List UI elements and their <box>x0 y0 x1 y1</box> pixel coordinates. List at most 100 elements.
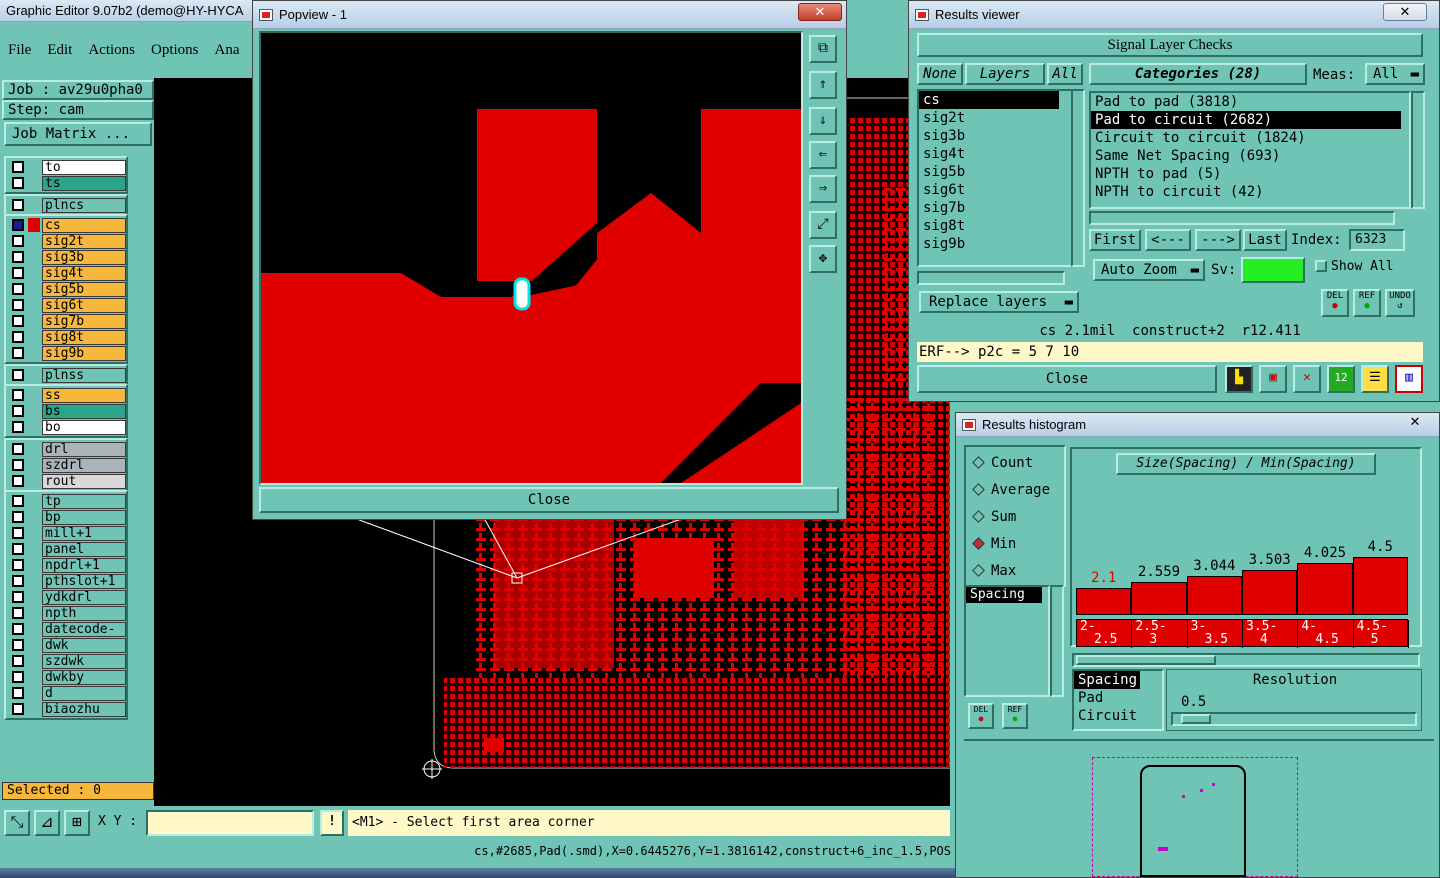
radio-sum[interactable]: Sum <box>966 503 1064 530</box>
layers-all-button[interactable]: All <box>1047 63 1083 85</box>
zoom-fit-icon[interactable]: ⧉ <box>809 35 837 63</box>
layer-list-item[interactable]: sig4t <box>919 145 1071 163</box>
layer-row-sig3b[interactable]: sig3b <box>6 249 126 265</box>
layer-name[interactable]: mill+1 <box>42 525 126 541</box>
layer-name[interactable]: tp <box>42 493 126 509</box>
histogram-bar[interactable] <box>1076 587 1132 615</box>
layer-checkbox[interactable] <box>12 655 24 667</box>
report-icon[interactable]: ☰ <box>1361 365 1389 393</box>
hist-ref-button[interactable]: REF ● <box>1002 703 1028 729</box>
layer-checkbox[interactable] <box>12 283 24 295</box>
layer-checkbox[interactable] <box>12 623 24 635</box>
layer-checkbox[interactable] <box>12 347 24 359</box>
popview-close-icon[interactable]: ✕ <box>798 3 842 21</box>
layer-checkbox[interactable] <box>12 475 24 487</box>
show-all-checkbox[interactable] <box>1315 260 1327 272</box>
layer-checkbox[interactable] <box>12 315 24 327</box>
layer-row-pthslot-1[interactable]: pthslot+1 <box>6 573 126 589</box>
layer-row-ts[interactable]: ts <box>6 175 126 191</box>
layer-name[interactable]: to <box>42 159 126 175</box>
resolution-slider[interactable] <box>1171 712 1417 726</box>
layer-list-item[interactable]: sig9b <box>919 235 1071 253</box>
popview-close-button[interactable]: Close <box>259 487 839 513</box>
layer-row-dwk[interactable]: dwk <box>6 637 126 653</box>
last-button[interactable]: Last <box>1243 229 1287 251</box>
category-list-item[interactable]: NPTH to pad (5) <box>1091 165 1409 183</box>
category-list-item[interactable]: Circuit to circuit (1824) <box>1091 129 1409 147</box>
layer-row-bo[interactable]: bo <box>6 419 126 435</box>
layer-checkbox[interactable] <box>12 177 24 189</box>
undo-button[interactable]: UNDO ↺ <box>1385 289 1415 317</box>
layer-name[interactable]: sig4t <box>42 265 126 281</box>
layer-row-d[interactable]: d <box>6 685 126 701</box>
counter-icon[interactable]: 12 <box>1327 365 1355 393</box>
layer-name[interactable]: ydkdrl <box>42 589 126 605</box>
radio-min[interactable]: Min <box>966 530 1064 557</box>
zoom-tool-icon[interactable]: ⤡ <box>4 810 30 836</box>
measure-type-list[interactable]: Spacing Pad Circuit <box>1072 669 1164 731</box>
scroll-thumb[interactable] <box>1076 655 1216 665</box>
replace-layers-select[interactable]: Replace layers ▬ <box>919 291 1079 313</box>
layer-row-sig2t[interactable]: sig2t <box>6 233 126 249</box>
layer-checkbox[interactable] <box>12 671 24 683</box>
menu-options[interactable]: Options <box>151 42 199 59</box>
layer-checkbox[interactable] <box>12 639 24 651</box>
layer-name[interactable]: cs <box>42 217 126 233</box>
layer-row-bp[interactable]: bp <box>6 509 126 525</box>
layer-name[interactable]: szdrl <box>42 457 126 473</box>
layer-checkbox[interactable] <box>12 543 24 555</box>
measure-tool-icon[interactable]: ⊿ <box>34 810 60 836</box>
layer-list-hscroll[interactable] <box>917 271 1065 285</box>
layer-checkbox[interactable] <box>12 267 24 279</box>
layer-name[interactable]: bp <box>42 509 126 525</box>
histogram-bar[interactable] <box>1297 563 1353 615</box>
layer-row-sig4t[interactable]: sig4t <box>6 265 126 281</box>
layer-name[interactable]: sig9b <box>42 345 126 361</box>
layer-name[interactable]: pthslot+1 <box>42 573 126 589</box>
layer-row-ydkdrl[interactable]: ydkdrl <box>6 589 126 605</box>
sv-color-select[interactable] <box>1241 257 1305 283</box>
layer-checkbox[interactable] <box>12 559 24 571</box>
menu-file[interactable]: File <box>8 42 31 59</box>
layer-list-item[interactable]: sig5b <box>919 163 1071 181</box>
layer-checkbox[interactable] <box>12 459 24 471</box>
layer-name[interactable]: npth <box>42 605 126 621</box>
pan-right-icon[interactable]: ⇒ <box>809 175 837 203</box>
layer-name[interactable]: bo <box>42 419 126 435</box>
layer-checkbox[interactable] <box>12 607 24 619</box>
layer-row-cs[interactable]: cs <box>6 217 126 233</box>
layer-checkbox[interactable] <box>12 161 24 173</box>
snap-tool-icon[interactable]: ⊞ <box>64 810 90 836</box>
layer-name[interactable]: biaozhu <box>42 701 126 717</box>
layer-row-szdwk[interactable]: szdwk <box>6 653 126 669</box>
layer-checkbox[interactable] <box>12 251 24 263</box>
hist-del-button[interactable]: DEL ● <box>968 703 994 729</box>
category-list-item[interactable]: Pad to circuit (2682) <box>1091 111 1401 129</box>
layer-list-item[interactable]: cs <box>919 91 1059 109</box>
layer-name[interactable]: plnss <box>42 367 126 383</box>
layer-checkbox[interactable] <box>12 369 24 381</box>
measure-type-item[interactable]: Spacing <box>1074 671 1140 689</box>
layer-row-ss[interactable]: ss <box>6 387 126 403</box>
menu-actions[interactable]: Actions <box>88 42 135 59</box>
layer-row-npdrl-1[interactable]: npdrl+1 <box>6 557 126 573</box>
histogram-bar[interactable] <box>1242 569 1298 615</box>
xy-input[interactable] <box>146 810 314 836</box>
layer-name[interactable]: sig8t <box>42 329 126 345</box>
histogram-icon[interactable]: ▥ <box>1395 365 1423 393</box>
layer-checkbox[interactable] <box>12 687 24 699</box>
layer-list-scrollbar[interactable] <box>1071 89 1085 267</box>
pan-up-icon[interactable]: ⇑ <box>809 71 837 99</box>
zoom-in-icon[interactable]: ✥ <box>809 245 837 273</box>
layer-name[interactable]: sig2t <box>42 233 126 249</box>
del-button[interactable]: DEL ● <box>1321 289 1349 317</box>
zoom-out-icon[interactable]: ⤢ <box>809 211 837 239</box>
layer-name[interactable]: sig6t <box>42 297 126 313</box>
layers-toggle-button[interactable]: Layers <box>965 63 1045 85</box>
next-button[interactable]: ---> <box>1195 229 1241 251</box>
highlight-tool-icon[interactable]: ▙ <box>1225 365 1253 393</box>
category-hscroll[interactable] <box>1089 211 1395 225</box>
layer-name[interactable]: drl <box>42 441 126 457</box>
screen-capture-icon[interactable]: ▣ <box>1259 365 1287 393</box>
layer-list-item[interactable]: sig3b <box>919 127 1071 145</box>
